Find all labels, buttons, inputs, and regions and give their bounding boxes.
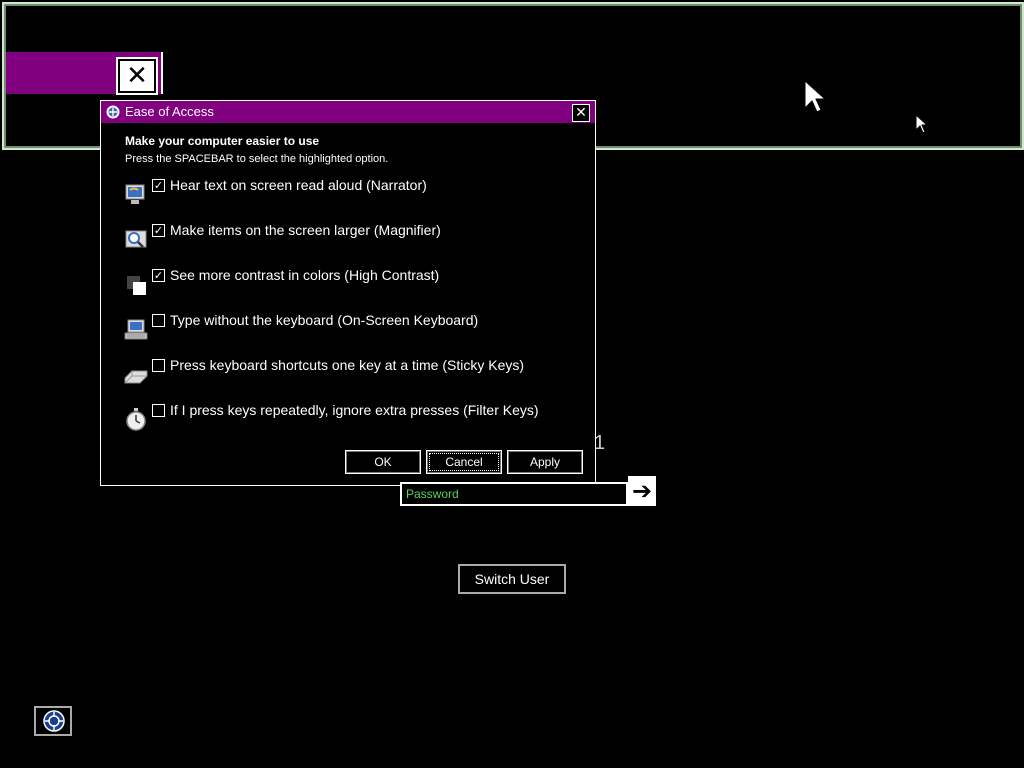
dialog-title: Ease of Access [125, 104, 214, 119]
ease-of-access-button[interactable] [34, 706, 72, 736]
option-on-screen-keyboard[interactable]: Type without the keyboard (On-Screen Key… [122, 312, 582, 348]
high-contrast-checkbox[interactable]: ✓ [152, 269, 165, 282]
submit-arrow-button[interactable]: ➔ [628, 476, 656, 506]
ease-of-access-icon [43, 710, 65, 732]
sticky-keys-checkbox[interactable] [152, 359, 165, 372]
high-contrast-icon [127, 276, 146, 295]
option-label: See more contrast in colors (High Contra… [170, 267, 440, 283]
option-label: If I press keys repeatedly, ignore extra… [170, 402, 539, 418]
switch-user-button[interactable]: Switch User [458, 564, 566, 594]
sticky-keys-icon [124, 370, 148, 384]
on-screen-keyboard-checkbox[interactable] [152, 314, 165, 327]
option-label: Press keyboard shortcuts one key at a ti… [170, 357, 525, 373]
option-filter-keys[interactable]: If I press keys repeatedly, ignore extra… [122, 402, 582, 438]
narrator-icon [125, 184, 145, 204]
background-window-close-button[interactable]: ✕ [118, 59, 156, 93]
ease-of-access-icon [106, 105, 120, 119]
dialog-close-button[interactable]: ✕ [572, 104, 590, 122]
mouse-cursor-icon [915, 114, 929, 134]
option-narrator[interactable]: ✓ Hear text on screen read aloud (Narrat… [122, 177, 582, 213]
dialog-instructions: Press the SPACEBAR to select the highlig… [125, 153, 389, 165]
apply-button[interactable]: Apply [507, 450, 583, 474]
option-sticky-keys[interactable]: Press keyboard shortcuts one key at a ti… [122, 357, 582, 393]
on-screen-keyboard-icon [124, 319, 148, 340]
partial-username-text: 1 [594, 432, 606, 454]
filter-keys-icon [126, 408, 146, 431]
cancel-button[interactable]: Cancel [426, 450, 502, 474]
magnifier-checkbox[interactable]: ✓ [152, 224, 165, 237]
mouse-cursor-icon [804, 80, 826, 113]
ok-button[interactable]: OK [345, 450, 421, 474]
option-label: Type without the keyboard (On-Screen Key… [170, 312, 479, 328]
magnifier-icon [125, 230, 147, 248]
dialog-heading: Make your computer easier to use [125, 134, 320, 148]
option-label: Hear text on screen read aloud (Narrator… [170, 177, 427, 193]
narrator-checkbox[interactable]: ✓ [152, 179, 165, 192]
filter-keys-checkbox[interactable] [152, 404, 165, 417]
password-field[interactable]: Password [400, 482, 628, 506]
option-label: Make items on the screen larger (Magnifi… [170, 222, 441, 238]
option-high-contrast[interactable]: ✓ See more contrast in colors (High Cont… [122, 267, 582, 303]
option-magnifier[interactable]: ✓ Make items on the screen larger (Magni… [122, 222, 582, 258]
